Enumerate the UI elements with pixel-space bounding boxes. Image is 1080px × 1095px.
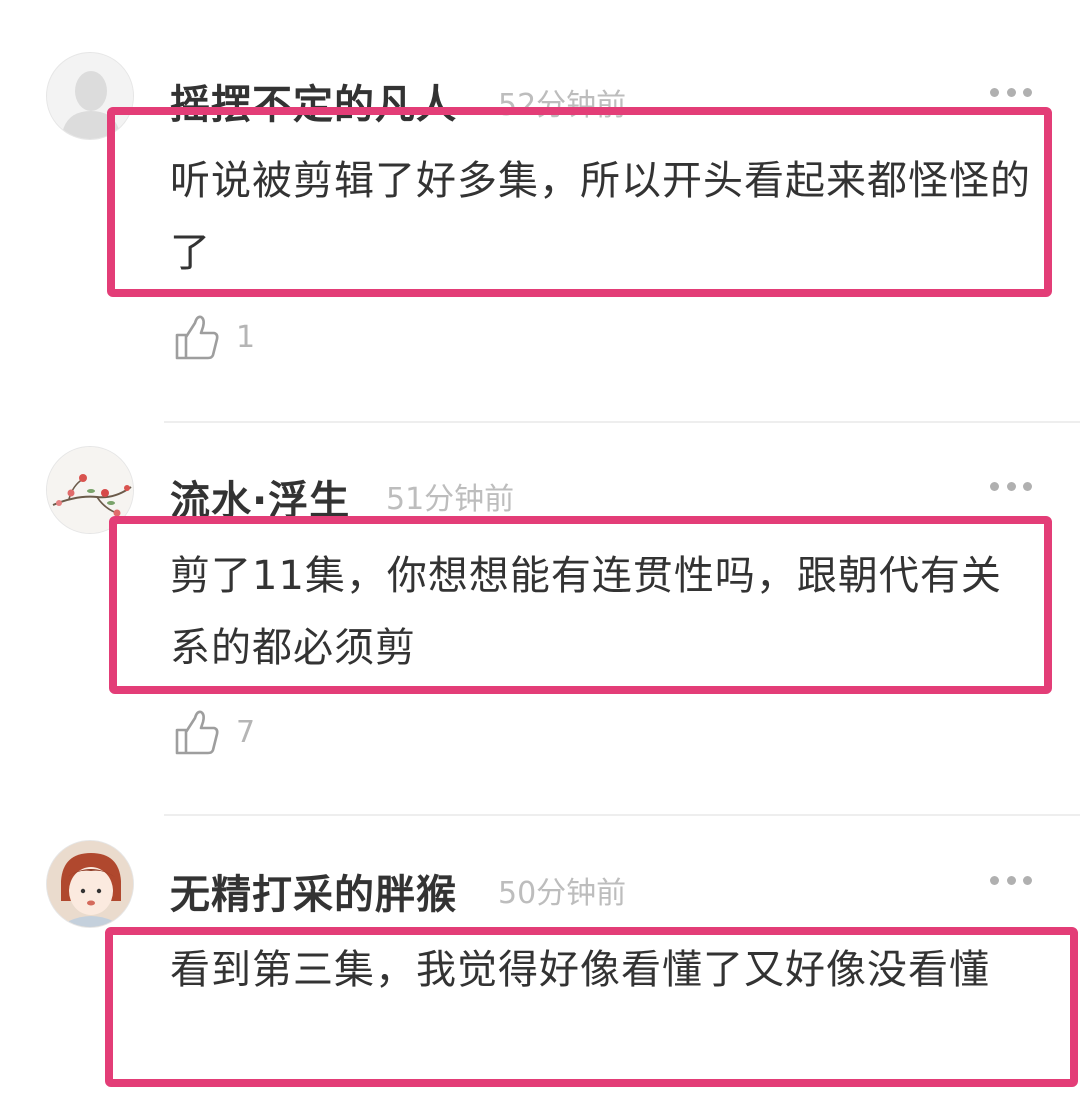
comment-timestamp: 51分钟前 bbox=[386, 482, 515, 517]
username[interactable]: 无精打采的胖猴 bbox=[170, 862, 457, 920]
like-count: 7 bbox=[236, 714, 256, 750]
comment-text: 看到第三集，我觉得好像看懂了又好像没看懂 bbox=[170, 947, 990, 993]
more-dots-icon[interactable] bbox=[990, 86, 1032, 98]
thumbs-up-icon bbox=[175, 710, 219, 755]
comment-text: 剪了11集，你想想能有连贯性吗，跟朝代有关系的都必须剪 bbox=[170, 553, 1002, 671]
comment-text: 听说被剪辑了好多集，所以开头看起来都怪怪的了 bbox=[170, 158, 1031, 276]
divider bbox=[164, 421, 1080, 423]
user-avatar[interactable] bbox=[46, 840, 134, 928]
more-dots-icon[interactable] bbox=[990, 480, 1032, 492]
like-button[interactable]: 1 bbox=[174, 313, 255, 361]
more-dots-icon[interactable] bbox=[990, 874, 1032, 886]
thumbs-up-icon bbox=[175, 315, 219, 360]
like-count: 1 bbox=[236, 319, 256, 355]
comment-timestamp: 50分钟前 bbox=[498, 876, 627, 911]
divider bbox=[164, 814, 1080, 816]
cartoon-girl-icon bbox=[47, 841, 133, 927]
like-button[interactable]: 7 bbox=[174, 708, 255, 756]
